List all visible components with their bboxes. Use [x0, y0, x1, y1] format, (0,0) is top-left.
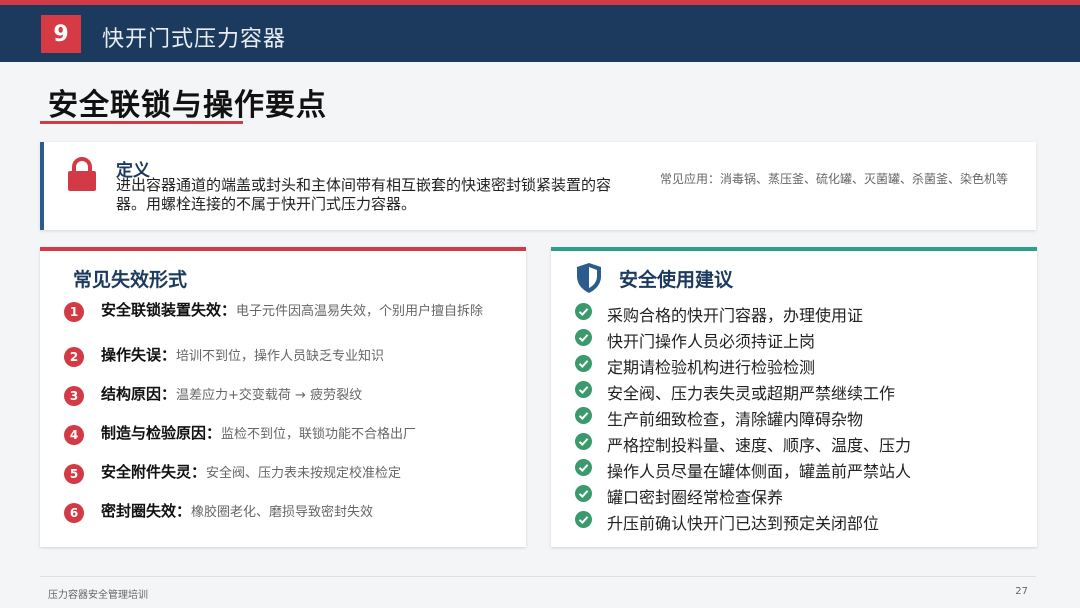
failure-desc: 监检不到位，联锁功能不合格出厂 [221, 427, 417, 442]
failure-desc: 培训不到位，操作人员缺乏专业知识 [176, 349, 385, 364]
failure-desc: 橡胶圈老化、磨损导致密封失效 [191, 505, 374, 520]
check-circle-icon [575, 485, 592, 502]
shield-icon [577, 263, 601, 293]
chapter-title: 快开门式压力容器 [102, 27, 287, 52]
check-circle-icon [575, 329, 592, 346]
definition-body: 进出容器通道的端盖或封头和主体间带有相互嵌套的快速密封锁紧装置的容器。用螺栓连接… [116, 176, 612, 213]
failure-label: 密封圈失效： [101, 502, 192, 520]
number-badge: 4 [64, 425, 84, 445]
page-number: 27 [1015, 586, 1028, 597]
check-circle-icon [575, 459, 592, 476]
safety-tip-text: 升压前确认快开门已达到预定关闭部位 [607, 514, 880, 533]
title-underline [40, 121, 243, 124]
chapter-number-badge: 9 [41, 15, 81, 53]
check-circle-icon [575, 433, 592, 450]
check-circle-icon [575, 303, 592, 320]
safety-tip: 操作人员尽量在罐体侧面，罐盖前严禁站人 [575, 457, 1015, 481]
failure-label: 安全联锁装置失效： [101, 301, 237, 319]
failure-desc: 电子元件因高温易失效，个别用户擅自拆除 [236, 304, 484, 319]
safety-tip: 严格控制投料量、速度、顺序、温度、压力 [575, 431, 1015, 455]
failure-label: 安全附件失灵： [101, 463, 207, 481]
safety-tip: 生产前细致检查，清除罐内障碍杂物 [575, 405, 1015, 429]
footer-course-name: 压力容器安全管理培训 [48, 590, 148, 601]
header-bar: 9 快开门式压力容器 [0, 0, 1080, 62]
failure-desc: 温差应力+交变载荷 → 疲劳裂纹 [176, 388, 363, 403]
safety-tip: 采购合格的快开门容器，办理使用证 [575, 301, 1015, 325]
page-title: 安全联锁与操作要点 [48, 88, 327, 123]
check-circle-icon [575, 355, 592, 372]
safety-tip-text: 采购合格的快开门容器，办理使用证 [607, 306, 864, 325]
safety-tip-text: 罐口密封圈经常检查保养 [607, 488, 784, 507]
safety-advice-panel: 安全使用建议 采购合格的快开门容器，办理使用证 快开门操作人员必须持证上岗 定期… [551, 247, 1037, 547]
safety-tip: 罐口密封圈经常检查保养 [575, 483, 1015, 507]
number-badge: 1 [64, 302, 84, 322]
number-badge: 5 [64, 464, 84, 484]
failure-label: 操作失误： [101, 346, 177, 364]
safety-tip-text: 快开门操作人员必须持证上岗 [607, 332, 816, 351]
number-badge: 3 [64, 386, 84, 406]
number-badge: 6 [64, 503, 84, 523]
lock-icon [68, 157, 96, 191]
definition-applications: 常见应用：消毒锅、蒸压釜、硫化罐、灭菌罐、杀菌釜、染色机等 [660, 172, 1009, 186]
safety-tip: 快开门操作人员必须持证上岗 [575, 327, 1015, 351]
safety-tip-text: 严格控制投料量、速度、顺序、温度、压力 [607, 436, 912, 455]
safety-tip: 升压前确认快开门已达到预定关闭部位 [575, 509, 1015, 533]
failure-panel-title: 常见失效形式 [73, 269, 188, 291]
failure-label: 制造与检验原因： [101, 424, 222, 442]
safety-panel-title: 安全使用建议 [619, 269, 734, 291]
number-badge: 2 [64, 347, 84, 367]
footer-divider [40, 576, 1036, 577]
failure-desc: 安全阀、压力表未按规定校准检定 [206, 466, 402, 481]
failure-modes-panel: 常见失效形式 1 安全联锁装置失效：电子元件因高温易失效，个别用户擅自拆除 2 … [40, 247, 526, 547]
safety-tip-text: 生产前细致检查，清除罐内障碍杂物 [607, 410, 864, 429]
safety-tip-text: 安全阀、压力表失灵或超期严禁继续工作 [607, 384, 896, 403]
check-circle-icon [575, 511, 592, 528]
failure-label: 结构原因： [101, 385, 177, 403]
safety-tip: 安全阀、压力表失灵或超期严禁继续工作 [575, 379, 1015, 403]
check-circle-icon [575, 407, 592, 424]
safety-tip-text: 操作人员尽量在罐体侧面，罐盖前严禁站人 [607, 462, 912, 481]
safety-tip: 定期请检验机构进行检验检测 [575, 353, 1015, 377]
definition-box: 定义 进出容器通道的端盖或封头和主体间带有相互嵌套的快速密封锁紧装置的容器。用螺… [40, 142, 1036, 230]
check-circle-icon [575, 381, 592, 398]
safety-tip-text: 定期请检验机构进行检验检测 [607, 358, 816, 377]
